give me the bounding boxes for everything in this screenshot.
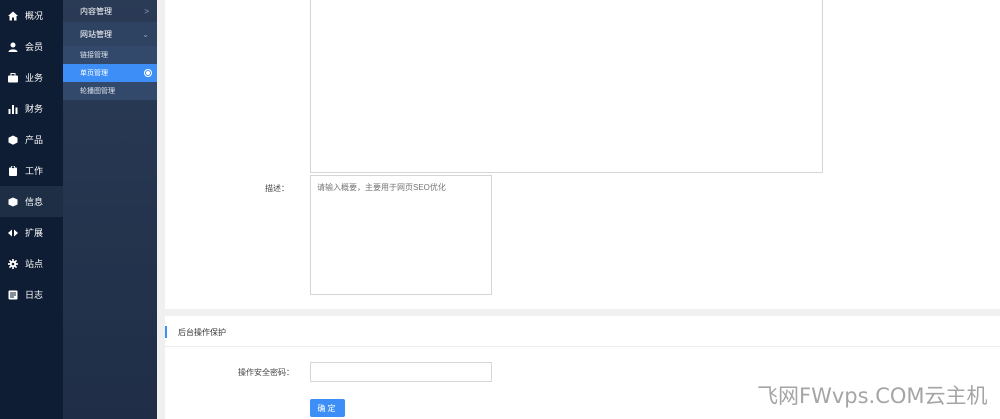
chevron-down-icon: ⌄ [142, 29, 149, 39]
clipboard-icon [9, 165, 17, 176]
nav-item-extend[interactable]: 扩展 [0, 217, 63, 248]
nav-item-label: 信息 [25, 197, 44, 207]
nav-group-label: 内容管理 [80, 6, 112, 16]
gear-icon [8, 258, 18, 269]
section-title: 后台操作保护 [178, 327, 226, 337]
security-password-input[interactable] [310, 362, 492, 382]
confirm-button[interactable]: 确定 [310, 399, 345, 417]
main-content: 描述： 后台操作保护 操作安全密码： 确定 [157, 0, 1000, 419]
nav-item-finance[interactable]: 财务 [0, 93, 63, 124]
nav-item-label: 日志 [25, 290, 44, 300]
section-header: 后台操作保护 [165, 325, 226, 339]
nav-item-work[interactable]: 工作 [0, 155, 63, 186]
cube-icon [8, 135, 18, 145]
nav-subitem-links[interactable]: 链接管理 [63, 46, 157, 64]
content-editor[interactable] [310, 0, 823, 173]
nav-subitem-carousel[interactable]: 轮播图管理 [63, 82, 157, 100]
watermark-text: 飞网FWvps.COM云主机 [757, 384, 988, 408]
nav-group-content[interactable]: 内容管理 > [63, 0, 157, 22]
briefcase-icon [8, 72, 18, 82]
nav-item-log[interactable]: 日志 [0, 279, 63, 310]
active-dot-icon [145, 70, 151, 76]
nav-item-members[interactable]: 会员 [0, 31, 63, 62]
section-accent-bar [165, 326, 167, 338]
nav-subitem-single-page[interactable]: 单页管理 [63, 64, 157, 82]
nav-item-label: 会员 [25, 42, 44, 52]
nav-item-label: 业务 [25, 73, 44, 83]
nav-group-label: 网站管理 [80, 29, 112, 39]
description-textarea[interactable] [310, 175, 492, 295]
password-label: 操作安全密码： [238, 368, 294, 377]
nav-item-info[interactable]: 信息 [0, 186, 63, 217]
primary-sidebar: 概况 会员 业务 财务 产品 工作 信息 扩展 站点 日志 [0, 0, 63, 419]
description-label: 描述： [265, 184, 289, 193]
nav-item-label: 财务 [25, 104, 44, 114]
nav-subitem-label: 链接管理 [80, 52, 108, 59]
nav-item-label: 概况 [25, 11, 44, 21]
nav-item-site[interactable]: 站点 [0, 248, 63, 279]
nav-item-business[interactable]: 业务 [0, 62, 63, 93]
chevron-right-icon: > [144, 6, 149, 16]
content-form-card: 描述： [165, 0, 1000, 309]
expand-icon [8, 229, 18, 236]
nav-item-products[interactable]: 产品 [0, 124, 63, 155]
home-icon [8, 11, 18, 20]
divider [165, 346, 1000, 347]
user-icon [8, 42, 18, 52]
log-icon [8, 290, 18, 299]
nav-group-site[interactable]: 网站管理 ⌄ [63, 22, 157, 46]
nav-subitem-label: 单页管理 [80, 70, 108, 77]
nav-item-label: 扩展 [25, 228, 44, 238]
nav-item-overview[interactable]: 概况 [0, 0, 63, 31]
box-icon [8, 197, 18, 206]
nav-item-label: 工作 [25, 166, 44, 176]
nav-subitem-label: 轮播图管理 [80, 88, 115, 95]
bar-chart-icon [8, 104, 18, 114]
nav-item-label: 产品 [25, 135, 44, 145]
secondary-sidebar: 内容管理 > 网站管理 ⌄ 链接管理 单页管理 轮播图管理 [63, 0, 157, 419]
nav-item-label: 站点 [25, 259, 44, 269]
